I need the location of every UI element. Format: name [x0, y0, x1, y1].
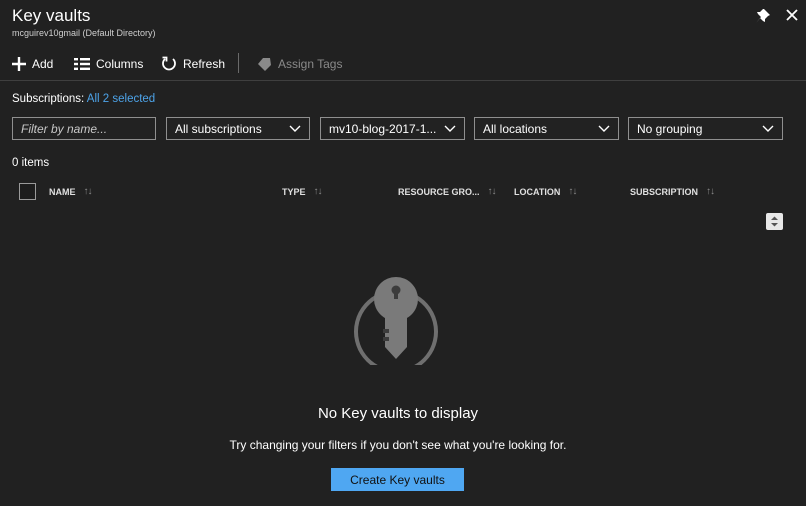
- resource-group-dropdown[interactable]: mv10-blog-2017-1...: [320, 117, 465, 140]
- refresh-label: Refresh: [183, 57, 226, 71]
- select-all-checkbox[interactable]: [19, 183, 36, 200]
- locations-dropdown[interactable]: All locations: [474, 117, 619, 140]
- column-header-name[interactable]: NAME ↑↓: [49, 186, 93, 197]
- subscriptions-label: Subscriptions:: [12, 93, 85, 105]
- close-icon[interactable]: [783, 6, 801, 24]
- plus-icon: [12, 57, 26, 71]
- column-header-location-label: LOCATION: [514, 186, 561, 197]
- subscriptions-link[interactable]: All 2 selected: [87, 93, 155, 105]
- pin-icon[interactable]: [754, 7, 772, 25]
- chevron-down-icon: [444, 125, 456, 132]
- add-button[interactable]: Add: [12, 53, 53, 75]
- create-key-vaults-button[interactable]: Create Key vaults: [331, 468, 464, 491]
- sort-icon: ↑↓: [83, 186, 93, 197]
- column-header-resource-group-label: RESOURCE GRO...: [398, 186, 480, 197]
- toolbar-rule: [0, 80, 806, 81]
- chevron-down-icon: [289, 125, 301, 132]
- resource-group-dropdown-value: mv10-blog-2017-1...: [329, 121, 437, 136]
- filter-by-name-input[interactable]: [21, 121, 147, 136]
- grouping-dropdown-value: No grouping: [637, 121, 703, 136]
- refresh-icon: [162, 56, 176, 71]
- chevron-down-icon: [598, 125, 610, 132]
- subscriptions-dropdown[interactable]: All subscriptions: [166, 117, 310, 140]
- column-header-type[interactable]: TYPE ↑↓: [282, 186, 323, 197]
- locations-dropdown-value: All locations: [483, 121, 548, 136]
- subscriptions-dropdown-value: All subscriptions: [175, 121, 262, 136]
- column-header-subscription-label: SUBSCRIPTION: [630, 186, 699, 197]
- grouping-dropdown[interactable]: No grouping: [628, 117, 783, 140]
- toolbar-divider: [238, 53, 239, 73]
- add-label: Add: [32, 57, 54, 71]
- assign-tags-label: Assign Tags: [278, 57, 343, 71]
- columns-icon: [74, 58, 90, 70]
- sort-icon: ↑↓: [568, 186, 577, 197]
- column-header-name-label: NAME: [49, 186, 76, 197]
- page-subtitle: mcguirev10gmail (Default Directory): [12, 28, 156, 38]
- refresh-button[interactable]: Refresh: [161, 53, 225, 75]
- column-header-location[interactable]: LOCATION ↑↓: [514, 186, 577, 197]
- command-bar: Add Columns Refresh Assign Tags: [0, 50, 806, 78]
- sort-icon: ↑↓: [706, 186, 715, 197]
- item-count: 0 items: [12, 157, 50, 169]
- sort-icon: ↑↓: [313, 186, 323, 197]
- filter-by-name-field[interactable]: [12, 117, 156, 140]
- key-icon: [354, 277, 438, 365]
- columns-button[interactable]: Columns: [74, 53, 143, 75]
- blade-header: Key vaults mcguirev10gmail (Default Dire…: [0, 0, 806, 45]
- columns-label: Columns: [96, 57, 144, 71]
- column-header-type-label: TYPE: [282, 186, 306, 197]
- empty-state-title: No Key vaults to display: [317, 405, 479, 422]
- column-header-subscription[interactable]: SUBSCRIPTION ↑↓: [630, 186, 715, 197]
- scroll-stepper-icon[interactable]: [766, 213, 783, 230]
- chevron-down-icon: [762, 125, 774, 132]
- assign-tags-button[interactable]: Assign Tags: [257, 53, 342, 75]
- tag-icon: [258, 57, 271, 71]
- page-title: Key vaults: [12, 6, 91, 25]
- sort-icon: ↑↓: [487, 186, 497, 197]
- column-header-resource-group[interactable]: RESOURCE GRO... ↑↓: [398, 186, 497, 197]
- empty-state-hint: Try changing your filters if you don't s…: [229, 438, 567, 452]
- subscriptions-summary: Subscriptions: All 2 selected: [12, 93, 155, 105]
